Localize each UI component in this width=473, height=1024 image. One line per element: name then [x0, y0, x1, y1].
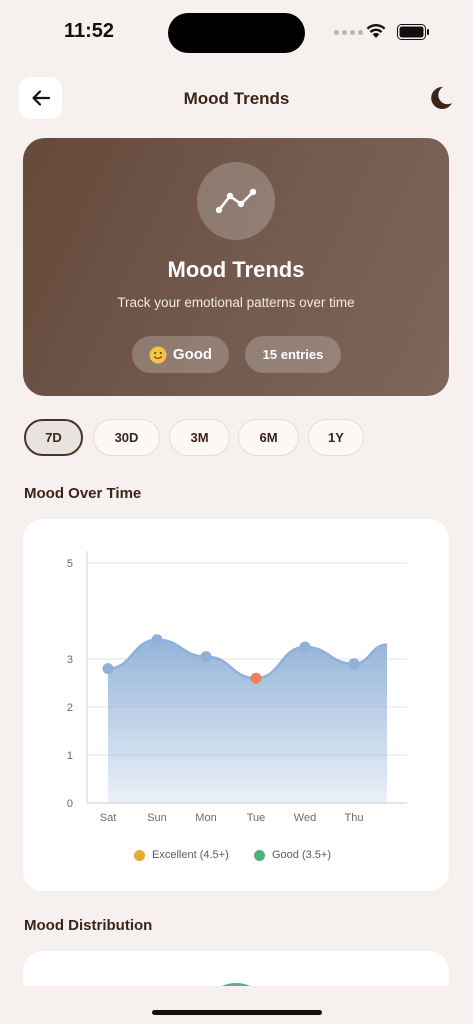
y-tick-label: 5 [67, 558, 73, 570]
data-point-wed[interactable] [299, 641, 311, 653]
y-tick-label: 3 [67, 654, 73, 666]
mood-chart-card: 0 1 2 3 5 Sat Sun Mon Tue Wed Thu Excellent (4.5+… [23, 519, 449, 891]
legend-good-label: Good (3.5+) [272, 849, 332, 861]
current-mood-label: Good [172, 346, 213, 363]
legend-excellent-label: Excellent (4.5+) [152, 849, 229, 861]
x-tick-label: Tue [247, 812, 266, 824]
legend-excellent: Excellent (4.5+) [134, 846, 229, 864]
mood-area-fill [108, 639, 387, 803]
dark-mode-toggle-icon[interactable] [426, 84, 454, 112]
mood-distribution-heading: Mood Distribution [24, 917, 153, 934]
mood-over-time-heading: Mood Over Time [24, 485, 142, 502]
y-tick-label: 1 [67, 750, 73, 762]
bottom-safe-area [0, 986, 473, 1024]
x-tick-label: Sun [147, 812, 167, 824]
data-point-sun[interactable] [151, 634, 163, 646]
range-tab-30d[interactable]: 30D [93, 419, 160, 456]
status-bar: 11:52 [0, 0, 473, 66]
mood-trends-hero-card: Mood Trends Track your emotional pattern… [23, 138, 449, 396]
trend-line-icon [215, 188, 257, 214]
data-point-sat[interactable] [102, 663, 114, 675]
range-tab-1y[interactable]: 1Y [308, 419, 364, 456]
status-time: 11:52 [64, 20, 115, 42]
x-tick-label: Thu [345, 812, 364, 824]
x-tick-label: Wed [294, 812, 316, 824]
page-title: Mood Trends [183, 89, 290, 108]
range-tab-7d[interactable]: 7D [24, 419, 83, 456]
cellular-signal-icon [334, 30, 363, 35]
legend-good-dot [254, 849, 265, 861]
range-tab-6m[interactable]: 6M [238, 419, 299, 456]
mood-area-chart: 0 1 2 3 5 Sat Sun Mon Tue Wed Thu [67, 551, 407, 824]
data-point-mon[interactable] [200, 651, 212, 663]
hero-title: Mood Trends [167, 257, 305, 282]
current-mood-badge: Good [132, 336, 229, 373]
battery-icon [397, 24, 429, 40]
data-point-tue[interactable] [250, 672, 262, 684]
home-indicator[interactable] [152, 1010, 322, 1015]
wifi-icon [366, 23, 386, 38]
hero-subtitle: Track your emotional patterns over time [117, 295, 355, 310]
range-tab-3m[interactable]: 3M [169, 419, 230, 456]
legend-good: Good (3.5+) [254, 846, 331, 864]
legend-excellent-dot [134, 849, 145, 861]
entries-count-badge: 15 entries [245, 336, 341, 373]
x-tick-label: Sat [100, 812, 117, 824]
data-point-thu[interactable] [348, 658, 360, 670]
smiley-face-icon [149, 346, 167, 363]
y-tick-label: 2 [67, 702, 73, 714]
y-tick-label: 0 [67, 798, 73, 810]
hero-icon-badge [197, 162, 275, 240]
x-tick-label: Mon [195, 812, 216, 824]
dynamic-island [168, 13, 305, 53]
